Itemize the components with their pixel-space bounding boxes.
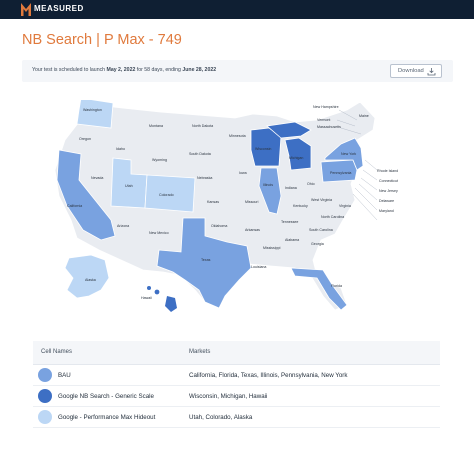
row-name: Google NB Search - Generic Scale <box>58 393 154 400</box>
schedule-notice: Your test is scheduled to launch May 2, … <box>22 60 453 82</box>
start-date: May 2, 2022 <box>106 67 136 73</box>
row-name: Google - Performance Max Hideout <box>58 414 156 421</box>
notice-prefix: Your test is scheduled to launch <box>32 67 107 73</box>
page-title: NB Search | P Max - 749 <box>22 32 182 48</box>
pmax-hideout-swatch <box>38 410 52 424</box>
label-iowa: Iowa <box>239 171 247 175</box>
legend-row-generic-scale: Google NB Search - Generic Scale Wiscons… <box>33 386 440 407</box>
label-nebraska: Nebraska <box>197 176 213 180</box>
header-markets: Markets <box>189 349 211 355</box>
state-hawaii-island-2[interactable] <box>154 289 160 295</box>
label-arizona: Arizona <box>117 224 130 228</box>
label-minnesota: Minnesota <box>229 134 246 138</box>
label-alaska: Alaska <box>85 278 96 282</box>
us-map-svg <box>55 100 378 312</box>
label-maryland: Maryland <box>379 209 394 213</box>
label-nevada: Nevada <box>91 176 104 180</box>
label-arkansas: Arkansas <box>245 228 260 232</box>
label-florida: Florida <box>331 284 342 288</box>
label-maine: Maine <box>359 114 369 118</box>
state-hawaii-big-island[interactable] <box>165 296 177 312</box>
schedule-text: Your test is scheduled to launch May 2, … <box>32 67 216 73</box>
label-indiana: Indiana <box>285 186 297 190</box>
bau-swatch <box>38 368 52 382</box>
label-kansas: Kansas <box>207 200 219 204</box>
label-hawaii: Hawaii <box>141 296 152 300</box>
row-markets: Wisconsin, Michigan, Hawaii <box>189 393 268 400</box>
label-idaho: Idaho <box>116 147 125 151</box>
legend-row-bau: BAU California, Florida, Texas, Illinois… <box>33 365 440 386</box>
label-rhode-island: Rhode Island <box>377 169 399 173</box>
measured-logo-icon <box>21 3 31 16</box>
cell-legend-table: Cell Names Markets BAU California, Flori… <box>33 341 440 428</box>
label-kentucky: Kentucky <box>293 204 308 208</box>
label-new-jersey: New Jersey <box>379 189 398 193</box>
label-utah: Utah <box>125 184 133 188</box>
us-map: Washington Oregon California Nevada Idah… <box>55 100 410 320</box>
state-alaska[interactable] <box>64 254 110 299</box>
label-north-carolina: North Carolina <box>321 215 345 219</box>
label-texas: Texas <box>201 258 211 262</box>
generic-scale-swatch <box>38 389 52 403</box>
brand-name: MEASURED <box>34 4 84 13</box>
label-massachusetts: Massachusetts <box>317 125 341 129</box>
label-tennessee: Tennessee <box>281 220 299 224</box>
label-delaware: Delaware <box>379 199 395 203</box>
label-california: California <box>67 204 83 208</box>
label-oklahoma: Oklahoma <box>211 224 228 228</box>
label-missouri: Missouri <box>245 200 259 204</box>
label-new-mexico: New Mexico <box>149 231 169 235</box>
end-date: June 28, 2022 <box>182 67 217 73</box>
download-icon <box>427 68 436 76</box>
state-hawaii-island-1[interactable] <box>147 286 151 290</box>
label-south-carolina: South Carolina <box>309 228 333 232</box>
label-pennsylvania: Pennsylvania <box>330 171 352 175</box>
label-washington: Washington <box>83 108 102 112</box>
label-michigan: Michigan <box>289 156 304 160</box>
label-illinois: Illinois <box>263 183 273 187</box>
top-bar: MEASURED <box>0 0 474 19</box>
label-georgia: Georgia <box>311 242 324 246</box>
legend-row-pmax-hideout: Google - Performance Max Hideout Utah, C… <box>33 407 440 428</box>
label-colorado: Colorado <box>159 193 174 197</box>
legend-header-row: Cell Names Markets <box>33 341 440 365</box>
row-markets: California, Florida, Texas, Illinois, Pe… <box>189 372 348 379</box>
label-oregon: Oregon <box>79 137 91 141</box>
label-virginia: Virginia <box>339 204 351 208</box>
download-label: Download <box>398 68 424 74</box>
label-new-hampshire: New Hampshire <box>313 105 339 109</box>
label-north-dakota: North Dakota <box>192 124 214 128</box>
row-name: BAU <box>58 372 71 379</box>
label-connecticut: Connecticut <box>379 179 398 183</box>
label-west-virginia: West Virginia <box>311 198 333 202</box>
download-button[interactable]: Download <box>390 64 442 78</box>
label-wisconsin: Wisconsin <box>255 147 272 151</box>
label-alabama: Alabama <box>285 238 300 242</box>
label-south-dakota: South Dakota <box>189 152 211 156</box>
label-vermont: Vermont <box>317 118 331 122</box>
label-ohio: Ohio <box>307 182 315 186</box>
label-montana: Montana <box>149 124 163 128</box>
label-new-york: New York <box>341 152 357 156</box>
row-markets: Utah, Colorado, Alaska <box>189 414 253 421</box>
label-louisiana: Louisiana <box>251 265 267 269</box>
label-wyoming: Wyoming <box>152 158 167 162</box>
state-washington[interactable] <box>76 100 114 129</box>
notice-middle: for 58 days, ending <box>135 67 183 73</box>
label-mississippi: Mississippi <box>263 246 281 250</box>
header-cell-names: Cell Names <box>41 349 73 355</box>
